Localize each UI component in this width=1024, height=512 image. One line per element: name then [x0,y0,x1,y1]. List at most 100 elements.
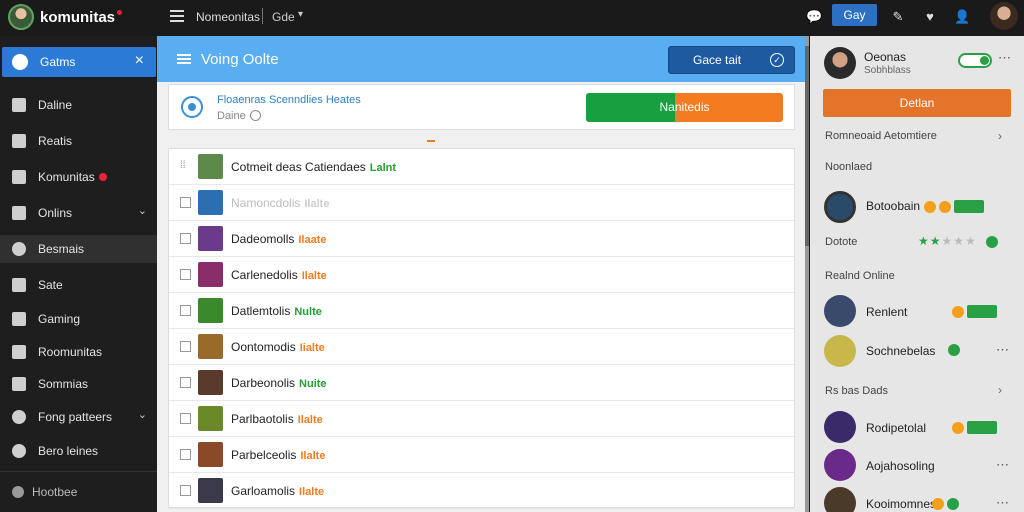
more-icon[interactable]: ⋯ [998,50,1011,66]
row-checkbox[interactable] [180,305,191,316]
section-title[interactable]: Rs bas Dads [825,385,888,397]
user-avatar[interactable] [990,2,1018,30]
game-thumbnail [198,262,223,287]
row-checkbox[interactable] [180,269,191,280]
row-checkbox[interactable] [180,341,191,352]
row-label[interactable]: Parlbaotolis Ilalte [231,412,323,426]
row-checkbox[interactable] [180,233,191,244]
user-icon[interactable]: 👤 [954,9,970,25]
friend-avatar[interactable] [824,411,856,443]
sidebar-item-home[interactable]: Daline [0,91,157,119]
row-checkbox[interactable] [180,197,191,208]
list-item[interactable]: Garloamolis Ilalte [169,473,794,509]
friend-avatar[interactable] [824,191,856,223]
friend-name[interactable]: Kooimomnes [866,497,936,511]
header-action-button[interactable]: Gace tait ✓ [668,46,795,74]
row-label[interactable]: Datlemtolis Nulte [231,304,322,318]
row-label[interactable]: Cotmeit deas Catiendaes Lalnt [231,160,396,174]
page-title: Voing Oolte [201,51,279,68]
friend-name[interactable]: Sochnebelas [866,344,935,358]
row-label[interactable]: Carlenedolis Ilalte [231,268,327,282]
edit-icon[interactable]: ✎ [890,9,906,25]
heart-icon[interactable]: ♥ [922,9,938,25]
friend-avatar[interactable] [824,295,856,327]
row-checkbox[interactable] [180,377,191,388]
sidebar-footer[interactable]: Hootbee [12,485,77,499]
row-status: Nulte [294,306,322,318]
menu-icon[interactable] [177,54,191,64]
rating-stars[interactable]: ★★★★★ [918,234,977,248]
coin-icon [924,200,936,213]
list-item[interactable]: Parlbaotolis Ilalte [169,401,794,437]
star-icon[interactable]: ★ [942,234,954,248]
coin-icon [932,497,944,510]
sidebar-item-sate[interactable]: Sate [0,271,157,299]
sidebar-item-active[interactable]: Gatms × [2,47,156,77]
top-dropdown-label[interactable]: Gde [272,10,295,24]
sidebar-item-online[interactable]: Onlins ⌄ [0,199,157,227]
primary-cta-button[interactable]: Detlan [823,89,1011,117]
row-label[interactable]: Namoncdolis Ilalte [231,196,329,210]
sidebar-item-gaming[interactable]: Gaming [0,305,157,333]
friend-avatar[interactable] [824,449,856,481]
top-action-button[interactable]: Gay [832,4,877,26]
more-icon[interactable]: ⋯ [996,342,1009,358]
star-icon[interactable]: ★ [930,234,942,248]
row-checkbox[interactable] [180,485,191,496]
list-item[interactable]: Carlenedolis Ilalte [169,257,794,293]
friend-name[interactable]: Botoobain [866,199,920,213]
more-icon[interactable]: ⋯ [996,495,1009,511]
settings-icon [12,486,24,498]
sidebar-item-search[interactable]: Besmais [0,235,157,263]
section-title[interactable]: Romneoaid Aetomtiere [825,130,937,142]
list-item[interactable]: Dadeomolls Ilaate [169,221,794,257]
star-icon[interactable]: ★ [953,234,965,248]
chevron-down-icon[interactable]: ▾ [298,9,303,20]
row-label[interactable]: Dadeomolls Ilaate [231,232,327,246]
friend-avatar[interactable] [824,335,856,367]
hamburger-menu-icon[interactable] [170,10,184,22]
list-item[interactable]: Oontomodis Iialte [169,329,794,365]
friend-avatar[interactable] [824,487,856,512]
friend-name[interactable]: Aojahosoling [866,459,935,473]
sidebar-item-patterns[interactable]: Fong patteers ⌄ [0,403,157,431]
sidebar-item-komunitas[interactable]: Komunitas [0,163,157,191]
more-icon[interactable]: ⋯ [996,457,1009,473]
row-label[interactable]: Garloamolis Ilalte [231,484,324,498]
sidebar-divider [0,471,157,472]
sidebar-item-roomunitas[interactable]: Roomunitas [0,338,157,366]
list-item[interactable]: Datlemtolis Nulte [169,293,794,329]
game-thumbnail [198,298,223,323]
close-icon[interactable]: × [135,52,144,70]
friend-badges [932,496,962,510]
sidebar-item-bero[interactable]: Bero leines [0,437,157,465]
row-label[interactable]: Darbeonolis Nuite [231,376,327,390]
sidebar-item-reports[interactable]: Reatis [0,127,157,155]
profile-avatar[interactable] [824,47,856,79]
chevron-right-icon[interactable]: › [998,383,1002,397]
sidebar-item-label: Gatms [40,55,76,69]
list-item[interactable]: Parbelceolis Ilalte [169,437,794,473]
chat-icon[interactable]: 💬 [806,9,822,25]
row-checkbox[interactable] [180,413,191,424]
star-icon[interactable]: ★ [918,234,930,248]
row-label[interactable]: Oontomodis Iialte [231,340,325,354]
chevron-right-icon[interactable]: › [998,129,1002,143]
star-icon[interactable]: ★ [965,234,977,248]
scrollbar-thumb[interactable] [805,46,809,246]
brand-logo[interactable]: komunitas [8,4,123,30]
row-checkbox[interactable] [180,449,191,460]
sidebar-item-sommias[interactable]: Sommias [0,370,157,398]
row-label[interactable]: Parbelceolis Ilalte [231,448,325,462]
friend-name[interactable]: Rodipetolal [866,421,926,435]
status-title[interactable]: Floaenras Scenndlies Heates [217,94,361,106]
list-item[interactable]: Namoncdolis Ilalte [169,185,794,221]
status-toggle[interactable] [958,53,992,68]
progress-label: Nanitedis [659,100,710,114]
progress-bar[interactable]: Nanitedis [586,93,783,122]
list-item[interactable]: ⁞⁞ Cotmeit deas Catiendaes Lalnt [169,149,794,185]
friend-name[interactable]: Renlent [866,305,907,319]
game-thumbnail [198,406,223,431]
drag-handle-icon[interactable]: ⁞⁞ [180,161,190,171]
list-item[interactable]: Darbeonolis Nuite [169,365,794,401]
